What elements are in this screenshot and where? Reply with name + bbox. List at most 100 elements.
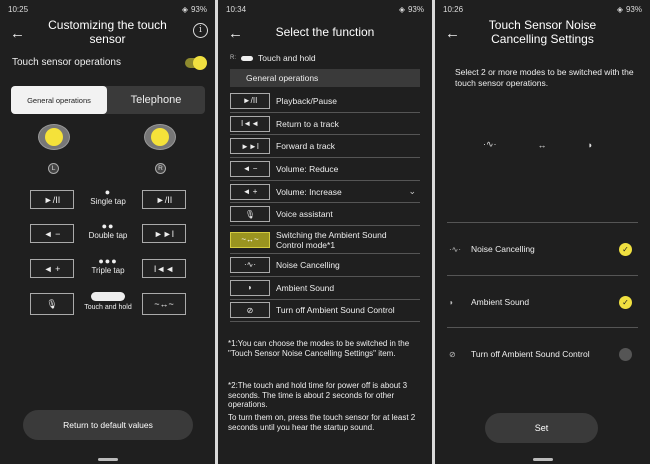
mode-label: Turn off Ambient Sound Control [471, 349, 590, 359]
function-list: ►/II Playback/Pause I◄◄ Return to a trac… [230, 90, 420, 323]
ambient-sound-icon: ◗ [449, 297, 454, 307]
unchecked-icon[interactable] [619, 347, 632, 361]
battery-level: 93% [625, 4, 642, 14]
function-item-turn-off-ambient[interactable]: ⊘ Turn off Ambient Sound Control [230, 300, 420, 323]
mode-label: Noise Cancelling [471, 244, 535, 254]
turn-off-icon: ⊘ [230, 302, 270, 319]
triple-tap-dots-icon: ●●● [98, 256, 118, 266]
touch-sensor-label: Touch sensor operations [12, 57, 121, 68]
return-to-default-button[interactable]: Return to default values [23, 410, 193, 440]
mode-label: Ambient Sound [471, 297, 530, 307]
single-tap-gesture: ● Single tap [82, 187, 134, 206]
footnote-2: *2:The touch and hold time for power off… [228, 381, 408, 410]
left-badge: L [48, 163, 59, 174]
right-double-tap-next-button[interactable]: ►►I [142, 224, 186, 243]
triple-tap-label: Triple tap [91, 266, 125, 275]
status-time: 10:34 [226, 4, 247, 14]
voice-assistant-icon: 🎙 [230, 206, 270, 223]
battery-level: 93% [190, 4, 207, 14]
touch-and-hold-label: Touch and hold [258, 53, 316, 63]
play-pause-icon: ►/II [230, 92, 270, 109]
right-triple-tap-previous-button[interactable]: I◄◄ [142, 259, 186, 278]
right-earbud-icon [144, 124, 176, 154]
function-item-return-track[interactable]: I◄◄ Return to a track [230, 113, 420, 136]
ambient-switch-icon: ~↔~ [230, 231, 270, 248]
checked-icon[interactable]: ✓ [619, 295, 632, 309]
mode-row-turn-off-ambient[interactable]: ⊘ Turn off Ambient Sound Control [449, 344, 632, 364]
status-bar: 10:25 ◈ 93% [8, 3, 207, 15]
home-indicator [97, 458, 118, 461]
page-title: Select the function [275, 25, 375, 39]
function-label: Volume: Increase [276, 186, 342, 197]
left-triple-tap-volume-increase-button[interactable]: ◄ + [30, 259, 74, 278]
noise-cancelling-settings-screen: 10:26 ◈ 93% ← Touch Sensor Noise Cancelli… [435, 0, 650, 464]
touch-and-hold-gesture: Touch and hold [82, 292, 134, 311]
status-time: 10:26 [443, 4, 464, 14]
select-function-screen: 10:34 ◈ 93% ← Select the function R: Touc… [218, 0, 432, 464]
footnote-3: To turn them on, press the touch sensor … [228, 413, 416, 432]
function-item-ambient-sound[interactable]: ◗ Ambient Sound [230, 277, 420, 300]
function-item-forward-track[interactable]: ►►I Forward a track [230, 135, 420, 159]
footnote-1: *1:You can choose the modes to be switch… [228, 339, 410, 358]
volume-down-icon: ◄ − [230, 160, 270, 177]
function-item-voice-assistant[interactable]: 🎙 Voice assistant [230, 203, 420, 227]
wifi-icon: ◈ [181, 4, 188, 14]
tab-general-operations[interactable]: General operations [11, 86, 107, 114]
title-line-1: Customizing the touch [48, 18, 167, 32]
checked-icon[interactable]: ✓ [619, 242, 632, 256]
right-badge: R [155, 163, 166, 174]
page-title: Customizing the touch sensor [30, 18, 185, 46]
touch-and-hold-icon [91, 292, 125, 301]
touch-and-hold-icon [241, 55, 253, 61]
title-line-1: Touch Sensor Noise [488, 18, 597, 32]
home-indicator [532, 458, 553, 461]
function-label: Volume: Reduce [276, 163, 339, 174]
right-hold-ambient-switch-button[interactable]: ~↔~ [142, 293, 186, 315]
back-arrow-icon[interactable]: ← [445, 25, 460, 42]
function-item-volume-reduce[interactable]: ◄ − Volume: Reduce [230, 158, 420, 181]
chevron-down-icon[interactable]: ⌄ [408, 186, 416, 197]
divider [447, 222, 638, 223]
mode-row-noise-cancelling[interactable]: ·∿· Noise Cancelling ✓ [449, 239, 632, 259]
divider [447, 275, 638, 276]
tab-telephone[interactable]: Telephone [107, 86, 205, 114]
title-line-2: sensor [89, 32, 126, 46]
single-tap-dots-icon: ● [104, 187, 112, 197]
function-item-noise-cancelling[interactable]: ·∿· Noise Cancelling [230, 254, 420, 277]
wifi-icon: ◈ [398, 4, 405, 14]
left-hold-voice-assistant-button[interactable]: 🎙 [30, 293, 74, 315]
ambient-switch-icon: ~↔~ [154, 299, 174, 309]
double-tap-dots-icon: ●● [101, 221, 115, 231]
left-single-tap-play-pause-button[interactable]: ►/II [30, 190, 74, 209]
info-icon[interactable]: i [193, 23, 208, 38]
function-item-volume-increase[interactable]: ◄ + Volume: Increase ⌄ [230, 181, 420, 204]
function-label: Noise Cancelling [276, 259, 340, 270]
function-label: Forward a track [276, 141, 336, 152]
turn-off-icon: ⊘ [449, 349, 456, 359]
mode-row-ambient-sound[interactable]: ◗ Ambient Sound ✓ [449, 292, 632, 312]
noise-cancelling-icon: ·∿· [483, 139, 497, 149]
left-double-tap-volume-reduce-button[interactable]: ◄ − [30, 224, 74, 243]
function-label: Return to a track [276, 118, 339, 129]
function-item-ambient-switch[interactable]: ~↔~ Switching the Ambient Sound Control … [230, 226, 420, 255]
divider [447, 327, 638, 328]
noise-cancelling-icon: ·∿· [449, 244, 462, 254]
back-arrow-icon[interactable]: ← [228, 25, 243, 42]
status-bar: 10:26 ◈ 93% [443, 3, 642, 15]
touch-sensor-toggle[interactable] [185, 55, 207, 70]
status-bar: 10:34 ◈ 93% [226, 3, 424, 15]
touch-sensor-operations-row: Touch sensor operations [12, 55, 207, 70]
function-label: Ambient Sound [276, 282, 335, 293]
function-item-playback-pause[interactable]: ►/II Playback/Pause [230, 90, 420, 113]
function-label-line-1: Switching the Ambient Sound [276, 229, 387, 240]
left-earbud-icon [38, 124, 70, 154]
right-single-tap-play-pause-button[interactable]: ►/II [142, 190, 186, 209]
status-time: 10:25 [8, 4, 29, 14]
voice-assistant-icon: 🎙 [46, 298, 58, 309]
next-track-icon: ►►I [230, 138, 270, 155]
description-text: Select 2 or more modes to be switched wi… [455, 67, 634, 88]
back-arrow-icon[interactable]: ← [10, 25, 25, 42]
noise-cancelling-icon: ·∿· [230, 256, 270, 273]
function-label-line-2: Control mode*1 [276, 239, 336, 250]
set-button[interactable]: Set [485, 413, 598, 443]
